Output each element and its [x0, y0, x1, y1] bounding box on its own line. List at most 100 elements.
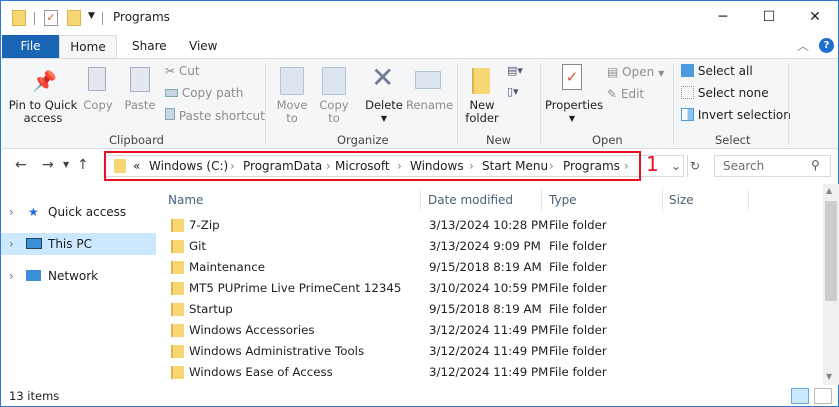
forward-button[interactable]: → — [42, 157, 54, 173]
file-type: File folder — [549, 260, 607, 274]
column-header-name[interactable]: Name — [168, 189, 421, 211]
file-type: File folder — [549, 218, 607, 232]
paste-shortcut-icon — [165, 108, 175, 120]
recent-locations-icon[interactable]: ▼ — [63, 160, 69, 169]
file-name: Startup — [189, 302, 233, 316]
divider — [788, 63, 789, 145]
select-all-button[interactable]: Select all — [681, 64, 753, 78]
new-folder-icon — [472, 68, 490, 94]
paste-shortcut-button[interactable]: Paste shortcut — [165, 108, 265, 123]
scrollbar-thumb[interactable] — [825, 201, 837, 301]
nav-label: Network — [48, 269, 99, 283]
copy-to-button[interactable]: Copy to — [316, 99, 352, 125]
invert-selection-icon — [681, 108, 694, 121]
maximize-button[interactable]: ☐ — [746, 1, 792, 33]
up-button[interactable]: ↑ — [77, 157, 89, 173]
select-none-icon — [681, 86, 694, 99]
file-row[interactable]: MT5 PUPrime Live PrimeCent 12345 3/10/20… — [161, 278, 811, 299]
group-label-select: Select — [715, 133, 751, 147]
file-type: File folder — [549, 302, 607, 316]
easy-access-icon[interactable]: ▯▾ — [507, 85, 519, 98]
file-type: File folder — [549, 239, 607, 253]
customize-quick-access-icon[interactable]: ▼ — [88, 11, 95, 21]
properties-label: Properties — [545, 98, 604, 112]
search-input[interactable]: Search ⚲ — [714, 155, 831, 177]
copy-path-button[interactable]: Copy path — [165, 86, 243, 100]
divider — [457, 63, 458, 145]
tab-view[interactable]: View — [174, 35, 232, 58]
new-item-icon[interactable]: ▤▾ — [507, 64, 523, 77]
delete-label: Delete — [365, 98, 403, 112]
vertical-scrollbar[interactable]: ▲ ▼ — [823, 184, 839, 385]
file-row[interactable]: Startup 9/15/2018 8:19 AM File folder — [161, 299, 811, 320]
tab-file[interactable]: File — [2, 35, 59, 58]
pin-to-quick-access-button[interactable]: Pin to Quick access — [5, 99, 81, 125]
scroll-down-icon[interactable]: ▼ — [826, 372, 832, 381]
ribbon-tabs: File Home Share View ︿ ? — [1, 35, 838, 58]
star-icon: ★ — [28, 205, 39, 219]
file-row[interactable]: Git 3/13/2024 9:09 PM File folder — [161, 236, 811, 257]
select-none-button[interactable]: Select none — [681, 86, 769, 100]
divider — [34, 12, 35, 25]
file-date: 3/12/2024 11:49 PM — [429, 365, 549, 379]
nav-quick-access[interactable]: › ★ Quick access — [1, 201, 156, 223]
file-name: Maintenance — [189, 260, 265, 274]
tab-share[interactable]: Share — [117, 35, 182, 58]
file-row[interactable]: Windows Administrative Tools 3/12/2024 1… — [161, 341, 811, 362]
collapse-ribbon-icon[interactable]: ︿ — [797, 37, 809, 54]
divider — [540, 63, 541, 145]
file-row[interactable]: 7-Zip 3/13/2024 10:28 PM File folder — [161, 215, 811, 236]
delete-button[interactable]: Delete ▼ — [364, 99, 404, 125]
folder-icon — [12, 10, 26, 26]
file-name: Git — [189, 239, 207, 253]
file-type: File folder — [549, 344, 607, 358]
new-folder-icon[interactable] — [67, 10, 81, 26]
column-header-size[interactable]: Size — [669, 189, 749, 211]
group-label-clipboard: Clipboard — [109, 133, 164, 147]
properties-check-icon[interactable]: ✓ — [44, 10, 58, 26]
copy-path-label: Copy path — [181, 86, 244, 100]
file-row[interactable]: Maintenance 9/15/2018 8:19 AM File folde… — [161, 257, 811, 278]
tab-home[interactable]: Home — [59, 35, 117, 58]
move-to-button[interactable]: Move to — [274, 99, 310, 125]
pin-icon: 📌 — [32, 69, 57, 93]
copy-button[interactable]: Copy — [82, 99, 114, 112]
open-button[interactable]: ▤ Open ▼ — [607, 65, 664, 79]
rename-button[interactable]: Rename — [406, 99, 453, 112]
cut-button[interactable]: ✂ Cut — [165, 64, 200, 78]
nav-network[interactable]: › Network — [1, 265, 156, 287]
rename-icon — [415, 71, 441, 89]
address-dropdown-icon[interactable]: ⌄ — [671, 151, 681, 181]
close-button[interactable]: ✕ — [792, 1, 838, 33]
file-name: Windows Ease of Access — [189, 365, 333, 379]
refresh-icon[interactable]: ↻ — [687, 155, 700, 177]
nav-this-pc[interactable]: › This PC — [1, 233, 156, 255]
back-button[interactable]: ← — [15, 157, 27, 173]
delete-x-icon: ✕ — [371, 61, 395, 94]
file-type: File folder — [549, 323, 607, 337]
copy-to-label: to — [328, 111, 340, 125]
group-label-new: New — [486, 133, 512, 147]
copy-path-icon — [165, 89, 178, 97]
file-row[interactable]: Windows Ease of Access 3/12/2024 11:49 P… — [161, 362, 811, 383]
edit-button[interactable]: ✎ Edit — [607, 87, 644, 101]
file-row[interactable]: Windows Accessories 3/12/2024 11:49 PM F… — [161, 320, 811, 341]
invert-selection-button[interactable]: Invert selection — [681, 108, 791, 122]
column-header-date[interactable]: Date modified — [428, 189, 542, 211]
new-label: folder — [465, 111, 499, 125]
details-view-icon[interactable] — [791, 388, 809, 404]
scroll-up-icon[interactable]: ▲ — [826, 186, 832, 195]
new-folder-button[interactable]: New folder — [463, 99, 501, 125]
properties-button[interactable]: Properties ▼ — [545, 98, 604, 125]
large-icons-view-icon[interactable] — [814, 388, 832, 404]
copy-icon — [88, 67, 106, 91]
help-icon[interactable]: ? — [819, 38, 834, 53]
pin-label: access — [23, 111, 63, 125]
file-date: 3/13/2024 9:09 PM — [429, 239, 541, 253]
folder-icon — [171, 240, 184, 253]
column-header-type[interactable]: Type — [549, 189, 663, 211]
minimize-button[interactable]: ─ — [700, 1, 746, 33]
annotation-number: 1 — [646, 152, 659, 176]
folder-icon — [171, 282, 184, 295]
paste-button[interactable]: Paste — [122, 99, 158, 112]
